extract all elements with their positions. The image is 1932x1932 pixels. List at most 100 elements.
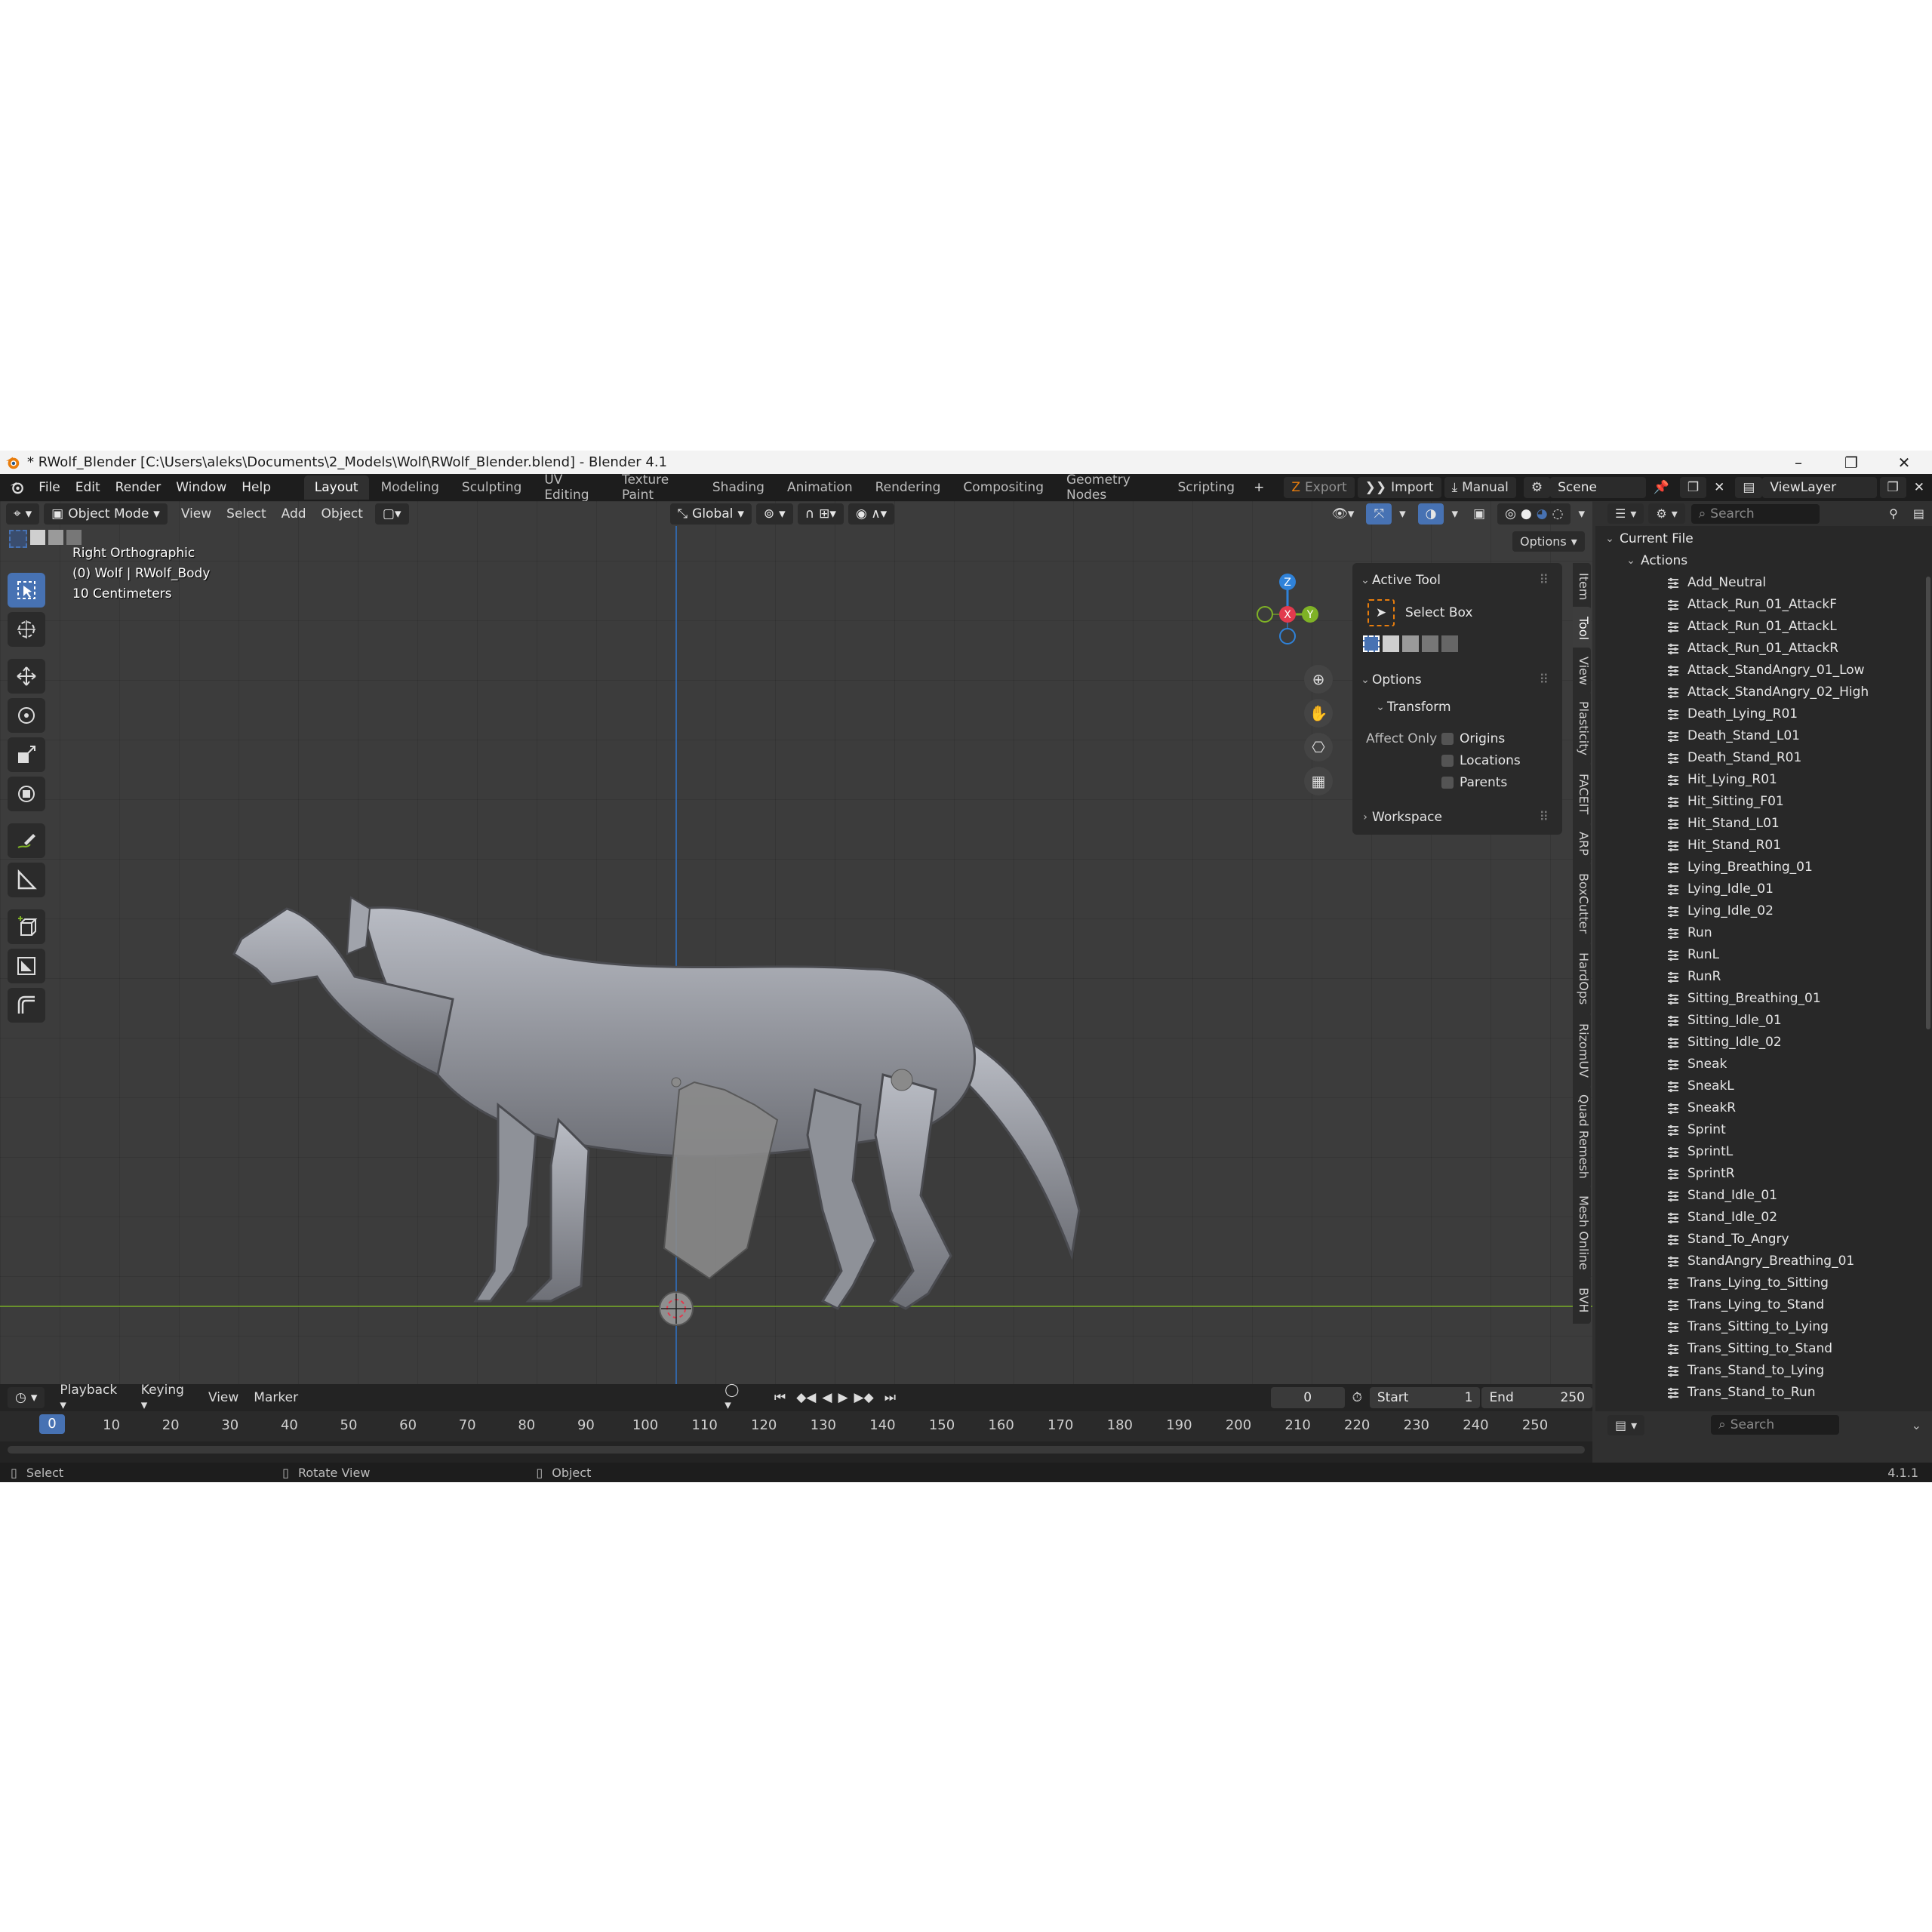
proportional-edit-toggle[interactable]: ◉ ∧▾ bbox=[848, 503, 895, 525]
menu-keying[interactable]: Keying ▾ bbox=[134, 1380, 201, 1416]
current-file-row[interactable]: ⌄ Current File bbox=[1603, 528, 1694, 550]
delete-view-layer-icon[interactable]: ✕ bbox=[1906, 480, 1932, 495]
tab-shading[interactable]: Shading bbox=[702, 475, 775, 500]
outliner-search-input[interactable]: ⌕ Search bbox=[1690, 503, 1820, 524]
menu-view[interactable]: View bbox=[201, 1387, 246, 1408]
jump-start-icon[interactable]: ⏮ bbox=[767, 1387, 793, 1408]
scene-selector[interactable]: ⚙ bbox=[1523, 477, 1551, 498]
tab-hardops[interactable]: HardOps bbox=[1573, 942, 1591, 1016]
next-keyframe-icon[interactable]: ▶◆ bbox=[851, 1390, 877, 1405]
playhead[interactable]: 0 bbox=[39, 1414, 65, 1434]
tab-rendering[interactable]: Rendering bbox=[865, 475, 952, 500]
action-item[interactable]: SprintR bbox=[1665, 1163, 1735, 1185]
rotate-tool[interactable] bbox=[8, 698, 45, 733]
minimize-button[interactable]: – bbox=[1772, 451, 1825, 474]
tab-layout[interactable]: Layout bbox=[303, 475, 369, 500]
menu-select[interactable]: Select bbox=[219, 503, 273, 525]
action-item[interactable]: Hit_Sitting_F01 bbox=[1665, 791, 1784, 813]
move-tool[interactable] bbox=[8, 659, 45, 694]
tab-scripting[interactable]: Scripting bbox=[1168, 475, 1246, 500]
outliner-scrollbar[interactable] bbox=[1926, 577, 1930, 1029]
action-item[interactable]: Attack_Run_01_AttackF bbox=[1665, 594, 1837, 616]
blender-menu-icon[interactable] bbox=[9, 479, 25, 496]
maximize-button[interactable]: ❐ bbox=[1825, 451, 1878, 474]
chevron-down-icon[interactable]: ⌄ bbox=[1912, 1418, 1921, 1432]
action-item[interactable]: Trans_Stand_to_Run bbox=[1665, 1382, 1816, 1404]
action-item[interactable]: Sprint bbox=[1665, 1119, 1726, 1141]
tab-item[interactable]: Item bbox=[1573, 563, 1591, 610]
action-item[interactable]: Death_Stand_R01 bbox=[1665, 747, 1801, 769]
menu-playback[interactable]: Playback ▾ bbox=[52, 1380, 133, 1416]
pan-hand-icon[interactable]: ✋ bbox=[1304, 699, 1333, 728]
action-item[interactable]: Death_Stand_L01 bbox=[1665, 725, 1800, 747]
wireframe-shading-icon[interactable]: ◎ bbox=[1505, 506, 1516, 521]
tab-rizomuv[interactable]: RizomUV bbox=[1573, 1013, 1591, 1088]
overlay-toggle-icon[interactable]: ◑ bbox=[1417, 503, 1444, 525]
tab-modeling[interactable]: Modeling bbox=[371, 475, 450, 500]
measure-tool[interactable] bbox=[8, 863, 45, 897]
play-icon[interactable]: ▶ bbox=[835, 1390, 851, 1405]
action-item[interactable]: RunL bbox=[1665, 944, 1719, 966]
action-item[interactable]: Stand_Idle_02 bbox=[1665, 1207, 1777, 1229]
action-item[interactable]: Lying_Breathing_01 bbox=[1665, 857, 1813, 878]
action-item[interactable]: Stand_To_Angry bbox=[1665, 1229, 1789, 1251]
action-item[interactable]: Trans_Lying_to_Stand bbox=[1665, 1294, 1824, 1316]
select-subtract-icon[interactable] bbox=[48, 530, 63, 545]
annotate-tool[interactable] bbox=[8, 823, 45, 858]
mode-new-icon[interactable] bbox=[1363, 635, 1380, 652]
action-item[interactable]: Sitting_Idle_02 bbox=[1665, 1032, 1782, 1054]
snap-toggle[interactable]: ∩ ⊞▾ bbox=[797, 503, 844, 525]
select-extend-icon[interactable] bbox=[30, 530, 45, 545]
select-new-icon[interactable] bbox=[9, 530, 27, 548]
pin-icon[interactable]: 📌 bbox=[1646, 480, 1677, 495]
start-frame-field[interactable]: Start 1 bbox=[1369, 1387, 1481, 1408]
jump-end-icon[interactable]: ⏭ bbox=[877, 1387, 903, 1408]
transform-tool[interactable] bbox=[8, 777, 45, 811]
action-item[interactable]: Sneak bbox=[1665, 1054, 1727, 1075]
menu-view[interactable]: View bbox=[174, 503, 219, 525]
action-item[interactable]: Trans_Lying_to_Sitting bbox=[1665, 1272, 1829, 1294]
3d-viewport[interactable]: ⌖ ▾ ▣ Object Mode ▾ View Select Add Object … bbox=[0, 501, 1592, 1384]
select-invert-icon[interactable] bbox=[66, 530, 82, 545]
properties-search-input[interactable]: ⌕ Search bbox=[1711, 1415, 1840, 1435]
menu-file[interactable]: File bbox=[31, 480, 67, 495]
menu-add[interactable]: Add bbox=[274, 503, 314, 525]
preview-range-icon[interactable]: ⏱ bbox=[1345, 1387, 1370, 1408]
action-item[interactable]: Attack_Run_01_AttackR bbox=[1665, 638, 1838, 660]
zoom-icon[interactable]: ⊕ bbox=[1304, 665, 1333, 694]
import-button[interactable]: ❯❯ Import bbox=[1357, 477, 1441, 498]
overlay-dropdown-icon[interactable]: ▾ bbox=[1444, 503, 1466, 525]
origins-checkbox[interactable] bbox=[1441, 733, 1454, 745]
action-item[interactable]: Lying_Idle_02 bbox=[1665, 900, 1774, 922]
active-tool-row[interactable]: ➤ Select Box bbox=[1352, 599, 1562, 626]
add-cube-tool[interactable] bbox=[8, 909, 45, 944]
menu-window[interactable]: Window bbox=[168, 480, 234, 495]
tab-arp[interactable]: ARP bbox=[1573, 823, 1591, 865]
tab-faceit[interactable]: FACEIT bbox=[1573, 762, 1591, 826]
action-item[interactable]: Sitting_Breathing_01 bbox=[1665, 988, 1821, 1010]
gizmo-dropdown-icon[interactable]: ▾ bbox=[1392, 503, 1414, 525]
xray-toggle-icon[interactable]: ▣ bbox=[1466, 503, 1493, 525]
action-item[interactable]: Attack_Run_01_AttackL bbox=[1665, 616, 1837, 638]
timeline-scrollbar[interactable] bbox=[8, 1446, 1585, 1454]
tab-animation[interactable]: Animation bbox=[777, 475, 863, 500]
tab-boxcutter[interactable]: BoxCutter bbox=[1573, 862, 1591, 945]
action-item[interactable]: Stand_Idle_01 bbox=[1665, 1185, 1777, 1207]
action-item[interactable]: SneakL bbox=[1665, 1075, 1734, 1097]
transform-section[interactable]: ⌄ Transform bbox=[1352, 697, 1562, 717]
hardops-tool[interactable] bbox=[8, 988, 45, 1023]
manual-button[interactable]: ⤓ Manual bbox=[1444, 477, 1516, 498]
mode-difference-icon[interactable] bbox=[1422, 635, 1438, 652]
outliner-editor-type[interactable]: ☰ ▾ bbox=[1607, 503, 1644, 524]
auto-keying-icon[interactable]: ◯ ▾ bbox=[717, 1380, 756, 1416]
action-item[interactable]: Trans_Sitting_to_Stand bbox=[1665, 1338, 1832, 1360]
active-tool-section[interactable]: ⌄ Active Tool ⠿ bbox=[1352, 571, 1562, 590]
gizmo-toggle-icon[interactable]: ⤧ bbox=[1366, 503, 1392, 525]
action-item[interactable]: Trans_Sitting_to_Lying bbox=[1665, 1316, 1829, 1338]
drag-handle-icon[interactable]: ⠿ bbox=[1540, 672, 1549, 688]
material-shading-icon[interactable]: ◕ bbox=[1537, 506, 1548, 521]
tab-compositing[interactable]: Compositing bbox=[952, 475, 1054, 500]
options-section[interactable]: ⌄ Options ⠿ bbox=[1352, 670, 1562, 690]
shading-dropdown-icon[interactable]: ▾ bbox=[1571, 503, 1592, 525]
object-options-dropdown[interactable]: ▢▾ bbox=[374, 503, 409, 525]
